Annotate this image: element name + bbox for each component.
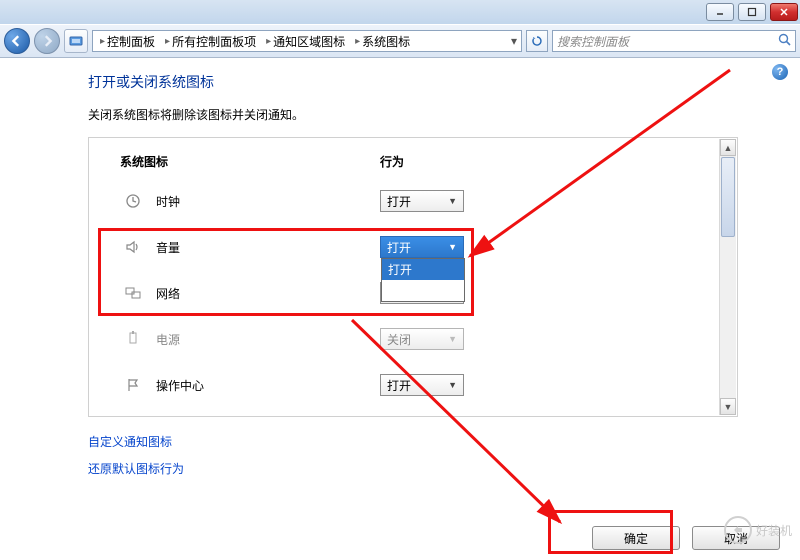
refresh-button[interactable] [526, 30, 548, 52]
window-titlebar [0, 0, 800, 24]
scroll-thumb[interactable] [721, 157, 735, 237]
page-title: 打开或关闭系统图标 [88, 72, 738, 92]
col-system-icon: 系统图标 [120, 153, 380, 170]
clock-icon [124, 192, 142, 210]
page-description: 关闭系统图标将删除该图标并关闭通知。 [88, 106, 738, 123]
row-label: 操作中心 [156, 377, 204, 394]
search-input[interactable]: 搜索控制面板 [552, 30, 796, 52]
breadcrumb-bar[interactable]: ▸控制面板 ▸所有控制面板项 ▸通知区域图标 ▸系统图标 ▾ [92, 30, 522, 52]
row-label: 音量 [156, 239, 180, 256]
table-row: 电源 关闭▼ [120, 316, 719, 362]
table-row: 时钟 打开▼ [120, 178, 719, 224]
chevron-down-icon: ▼ [448, 380, 457, 390]
behavior-combo-action-center[interactable]: 打开▼ [380, 374, 464, 396]
chevron-down-icon[interactable]: ▾ [511, 34, 517, 48]
col-behavior: 行为 [380, 153, 404, 170]
icons-panel: 系统图标 行为 时钟 打开▼ 音量 打开▼ [88, 137, 738, 417]
breadcrumb-item[interactable]: ▸控制面板 [97, 33, 158, 50]
content-area: ? 打开或关闭系统图标 关闭系统图标将删除该图标并关闭通知。 系统图标 行为 时… [0, 58, 800, 560]
row-label: 网络 [156, 285, 180, 302]
help-icon[interactable]: ? [772, 64, 788, 80]
breadcrumb-item[interactable]: ▸所有控制面板项 [162, 33, 259, 50]
behavior-combo-clock[interactable]: 打开▼ [380, 190, 464, 212]
search-placeholder: 搜索控制面板 [557, 33, 629, 50]
table-row: 操作中心 打开▼ [120, 362, 719, 408]
breadcrumb-label: 控制面板 [107, 33, 155, 50]
row-label: 电源 [156, 331, 180, 348]
customize-notification-link[interactable]: 自定义通知图标 [88, 433, 738, 450]
scrollbar[interactable]: ▲ ▼ [719, 139, 736, 415]
forward-button[interactable] [34, 28, 60, 54]
behavior-dropdown: 打开 关闭 [381, 258, 465, 302]
power-icon [124, 330, 142, 348]
breadcrumb-item[interactable]: ▸系统图标 [352, 33, 413, 50]
back-button[interactable] [4, 28, 30, 54]
links-area: 自定义通知图标 还原默认图标行为 [88, 433, 738, 477]
row-label: 时钟 [156, 193, 180, 210]
search-icon [778, 33, 791, 49]
volume-icon [124, 238, 142, 256]
table-header: 系统图标 行为 [120, 153, 719, 178]
scroll-up-button[interactable]: ▲ [720, 139, 736, 156]
behavior-combo-volume[interactable]: 打开▼ 打开 关闭 [380, 236, 464, 258]
chevron-down-icon: ▼ [448, 196, 457, 206]
restore-defaults-link[interactable]: 还原默认图标行为 [88, 460, 738, 477]
network-icon [124, 284, 142, 302]
dropdown-option-open[interactable]: 打开 [382, 259, 464, 280]
breadcrumb-label: 系统图标 [362, 33, 410, 50]
scroll-down-button[interactable]: ▼ [720, 398, 736, 415]
behavior-combo-power: 关闭▼ [380, 328, 464, 350]
navigation-bar: ▸控制面板 ▸所有控制面板项 ▸通知区域图标 ▸系统图标 ▾ 搜索控制面板 [0, 24, 800, 58]
breadcrumb-item[interactable]: ▸通知区域图标 [263, 33, 348, 50]
chevron-down-icon: ▼ [448, 334, 457, 344]
minimize-button[interactable] [706, 3, 734, 21]
chevron-down-icon: ▼ [448, 242, 457, 252]
flag-icon [124, 376, 142, 394]
dialog-footer: 确定 取消 [592, 526, 780, 550]
close-button[interactable] [770, 3, 798, 21]
breadcrumb-label: 所有控制面板项 [172, 33, 256, 50]
breadcrumb-label: 通知区域图标 [273, 33, 345, 50]
dropdown-option-close[interactable]: 关闭 [382, 280, 464, 301]
cancel-button[interactable]: 取消 [692, 526, 780, 550]
table-row: 音量 打开▼ 打开 关闭 [120, 224, 719, 270]
maximize-button[interactable] [738, 3, 766, 21]
control-panel-icon[interactable] [64, 29, 88, 53]
ok-button[interactable]: 确定 [592, 526, 680, 550]
